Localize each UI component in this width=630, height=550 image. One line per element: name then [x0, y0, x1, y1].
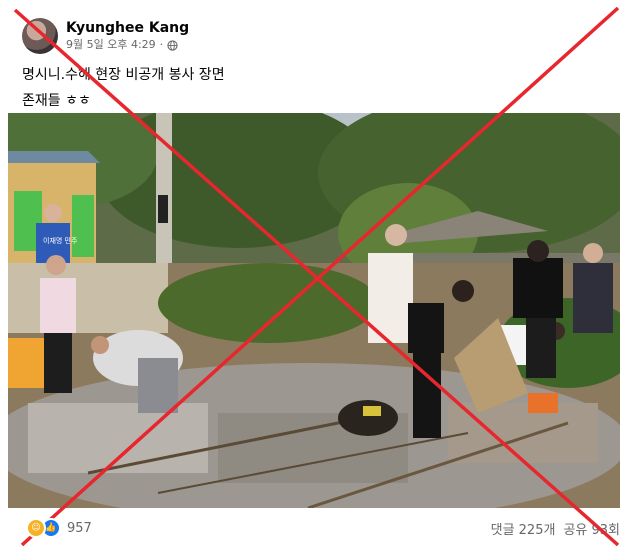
post-text: 명시니.수해 현장 비공개 봉사 장면 존재들 ㅎㅎ	[22, 62, 225, 114]
post-text-line-2: 존재들 ㅎㅎ	[22, 93, 91, 109]
post-timestamp[interactable]: 9월 5일 오후 4:29	[66, 37, 156, 53]
globe-icon	[167, 39, 178, 51]
haha-icon: ☺	[26, 518, 46, 538]
comments-count[interactable]: 댓글 225개	[491, 519, 556, 538]
post-text-line-1: 명시니.수해 현장 비공개 봉사 장면	[22, 67, 225, 83]
reactions-summary[interactable]: ☺ 👍 957	[26, 518, 92, 538]
shares-count[interactable]: 공유 93회	[563, 519, 620, 538]
engagement-stats: 댓글 225개 공유 93회	[491, 519, 620, 538]
dot-separator: ·	[159, 38, 164, 51]
author-name[interactable]: Kyunghee Kang	[66, 19, 189, 37]
photo-sign-text: 이재명 민주	[43, 236, 78, 245]
avatar[interactable]	[22, 18, 58, 54]
timestamp-row: 9월 5일 오후 4:29 ·	[66, 37, 189, 53]
facebook-post-card: Kyunghee Kang 9월 5일 오후 4:29 · 명시니.수해 현장 …	[0, 0, 630, 550]
post-footer: ☺ 👍 957 댓글 225개 공유 93회	[0, 510, 630, 546]
post-header: Kyunghee Kang 9월 5일 오후 4:29 ·	[22, 16, 189, 56]
photo-scene: 이재명 민주	[8, 113, 620, 508]
reaction-count: 957	[67, 520, 92, 536]
post-meta: Kyunghee Kang 9월 5일 오후 4:29 ·	[66, 19, 189, 53]
post-photo[interactable]: 이재명 민주	[8, 113, 620, 508]
